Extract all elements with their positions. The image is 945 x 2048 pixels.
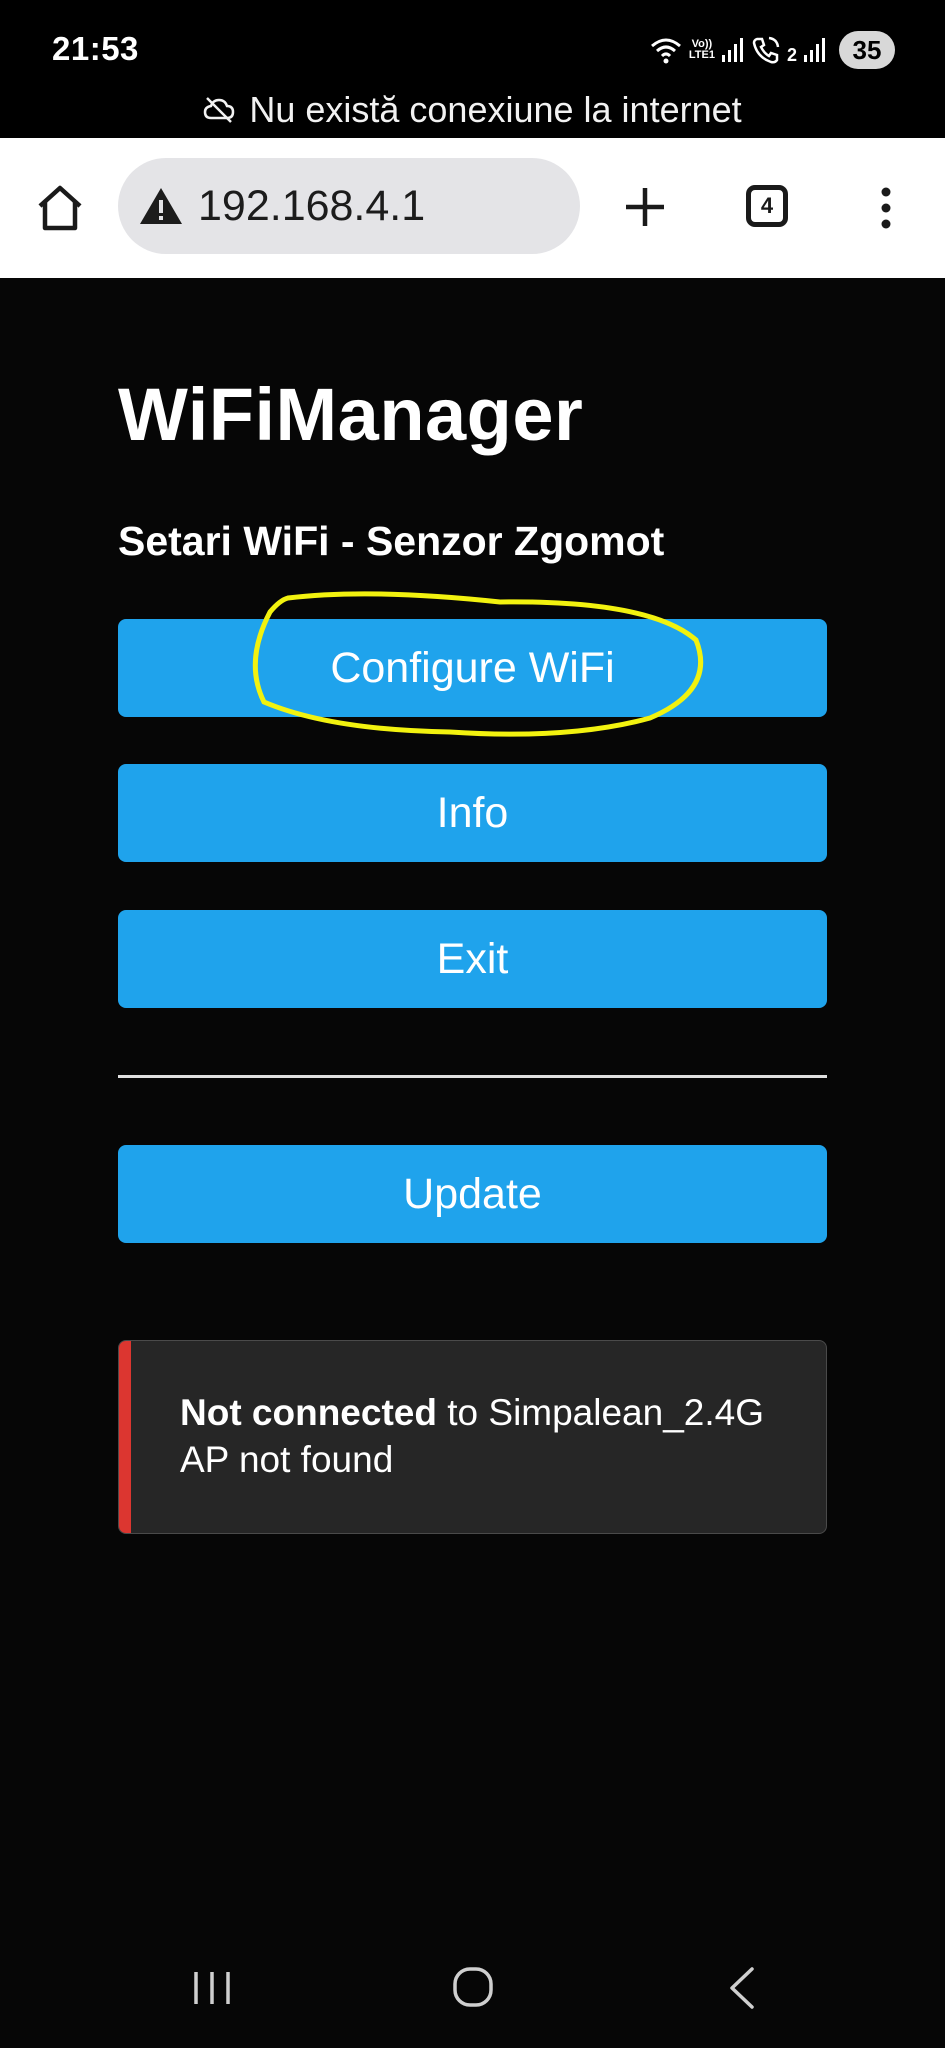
plus-icon[interactable]	[620, 182, 670, 232]
page-subtitle: Setari WiFi - Senzor Zgomot	[118, 518, 665, 564]
navigation-bar	[0, 1930, 945, 2048]
warning-icon[interactable]	[138, 186, 184, 226]
volte-bottom-label: LTE1	[688, 49, 715, 61]
url-bar[interactable]: 192.168.4.1	[118, 158, 580, 254]
offline-text: Nu există conexiune la internet	[249, 89, 742, 130]
signal-icon	[804, 38, 825, 62]
status-time: 21:53	[52, 30, 139, 67]
connection-status-message: Not connected to Simpalean_2.4G AP not f…	[118, 1340, 827, 1534]
wifi-calling-icon	[752, 36, 780, 64]
offline-banner: Nu există conexiune la internet	[0, 84, 945, 136]
configure-wifi-button[interactable]: Configure WiFi	[118, 619, 827, 717]
status-strong: Not connected	[180, 1392, 437, 1433]
volte-icon: Vo)) LTE1	[689, 39, 715, 61]
recent-apps-icon[interactable]	[190, 1970, 234, 2006]
home-nav-icon[interactable]	[452, 1966, 494, 2008]
status-rest: to Simpalean_2.4G	[436, 1392, 765, 1433]
browser-toolbar: 192.168.4.1 4	[0, 138, 945, 278]
error-accent-bar	[119, 1341, 131, 1533]
home-icon[interactable]	[34, 182, 86, 234]
exit-button[interactable]: Exit	[118, 910, 827, 1008]
battery-icon: 35	[839, 31, 895, 69]
cloud-off-icon	[204, 97, 235, 123]
more-vert-icon[interactable]	[870, 182, 902, 234]
tabs-icon[interactable]: 4	[746, 185, 788, 227]
back-icon[interactable]	[724, 1966, 760, 2010]
update-button[interactable]: Update	[118, 1145, 827, 1243]
wifi-icon	[650, 38, 681, 64]
divider	[118, 1075, 827, 1078]
status-detail: AP not found	[180, 1439, 394, 1480]
url-text[interactable]: 192.168.4.1	[198, 182, 425, 231]
status-bar: 21:53 Vo)) LTE1 2 35 Nu există conexiune…	[0, 0, 945, 138]
page-title: WiFiManager	[118, 373, 584, 456]
signal-icon	[721, 38, 743, 62]
info-button[interactable]: Info	[118, 764, 827, 862]
status-icons: Vo)) LTE1 2 35	[649, 28, 895, 72]
status-message-text: Not connected to Simpalean_2.4G AP not f…	[180, 1389, 764, 1483]
sim2-label: 2	[786, 44, 797, 65]
